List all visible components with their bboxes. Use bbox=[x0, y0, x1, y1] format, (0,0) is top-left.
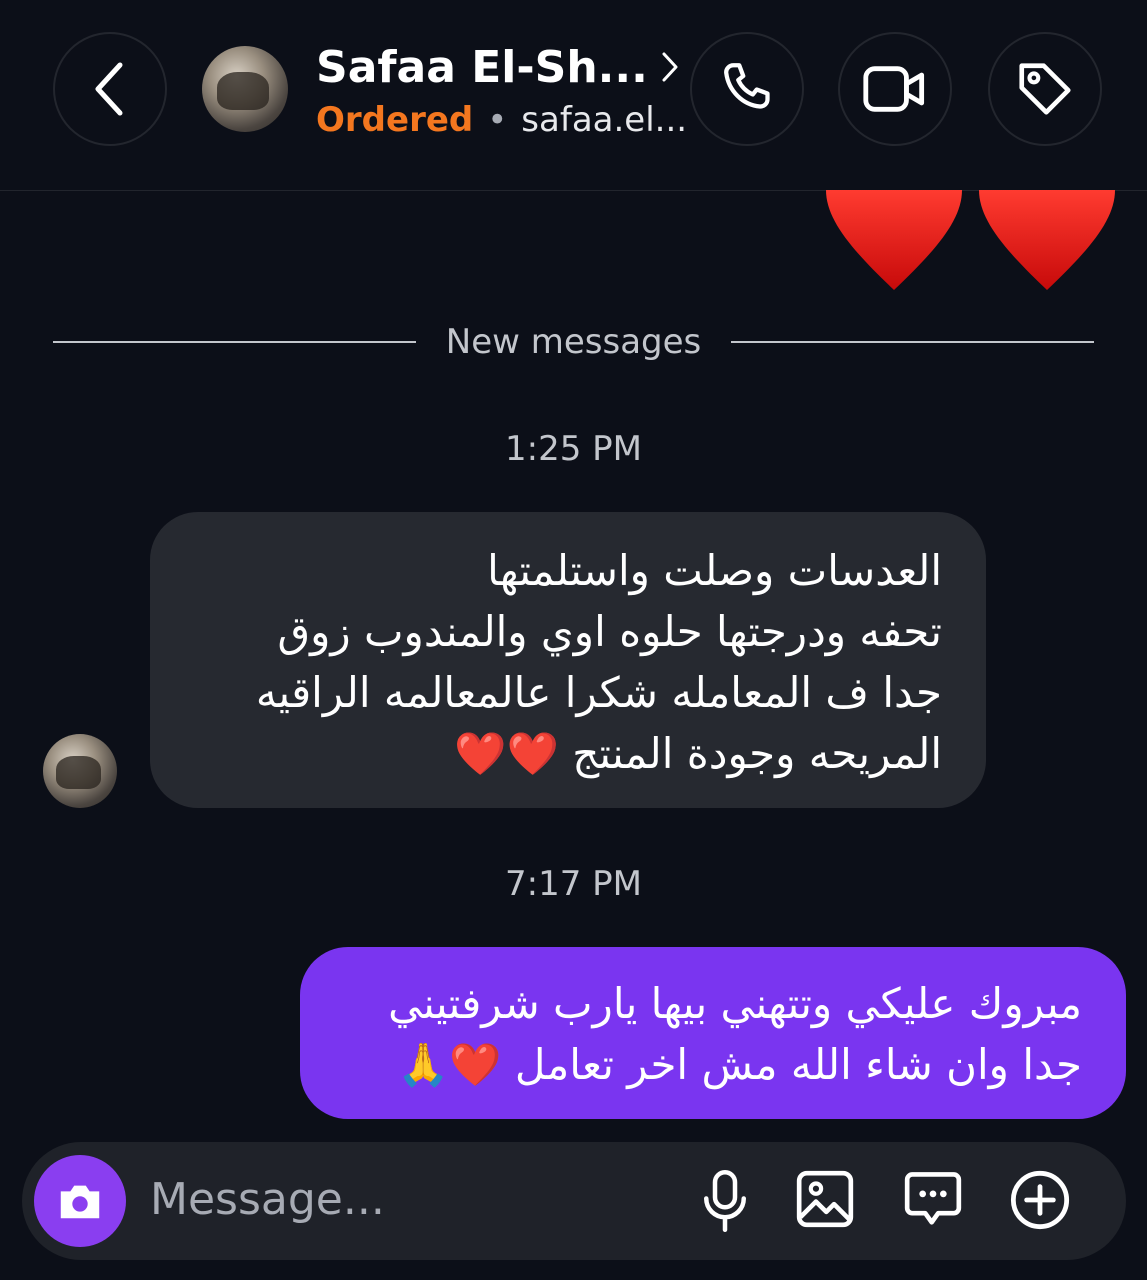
sender-avatar[interactable] bbox=[43, 734, 117, 808]
chat-bubble-icon[interactable] bbox=[902, 1168, 964, 1230]
camera-button[interactable] bbox=[34, 1155, 126, 1247]
phone-icon bbox=[724, 63, 770, 109]
incoming-message-text: العدسات وصلت واستلمتها تحفه ودرجتها حلوه… bbox=[255, 546, 942, 778]
heart-reaction-icon bbox=[979, 190, 1115, 290]
call-button[interactable] bbox=[690, 32, 804, 146]
separator-dot: • bbox=[487, 100, 508, 140]
divider-line bbox=[53, 341, 416, 343]
chevron-right-icon[interactable] bbox=[660, 50, 680, 84]
contact-handle: safaa.el... bbox=[521, 100, 688, 140]
back-button[interactable] bbox=[53, 32, 167, 146]
outgoing-message-bubble[interactable]: مبروك عليكي وتتهني بيها يارب شرفتيني جدا… bbox=[300, 947, 1126, 1119]
new-messages-divider: New messages bbox=[53, 320, 1095, 364]
outgoing-message-text: مبروك عليكي وتتهني بيها يارب شرفتيني جدا… bbox=[388, 979, 1082, 1089]
image-icon[interactable] bbox=[794, 1168, 856, 1230]
message-timestamp: 1:25 PM bbox=[505, 429, 642, 469]
heart-reaction-icon bbox=[826, 190, 962, 290]
microphone-icon[interactable] bbox=[700, 1168, 750, 1234]
order-status: Ordered bbox=[316, 100, 474, 140]
chat-header: Safaa El-Sh... Ordered • safaa.el... bbox=[0, 0, 1147, 191]
plus-circle-icon[interactable] bbox=[1008, 1168, 1072, 1232]
contact-subtitle[interactable]: Ordered • safaa.el... bbox=[316, 100, 687, 140]
incoming-message-bubble[interactable]: العدسات وصلت واستلمتها تحفه ودرجتها حلوه… bbox=[150, 512, 986, 808]
camera-icon bbox=[60, 1185, 100, 1219]
contact-avatar[interactable] bbox=[202, 46, 288, 132]
message-timestamp: 7:17 PM bbox=[505, 864, 642, 904]
contact-name[interactable]: Safaa El-Sh... bbox=[316, 42, 651, 93]
message-input[interactable]: Message... bbox=[150, 1174, 385, 1225]
video-call-button[interactable] bbox=[838, 32, 952, 146]
new-messages-label: New messages bbox=[445, 322, 702, 362]
tag-icon bbox=[1019, 63, 1071, 115]
tag-button[interactable] bbox=[988, 32, 1102, 146]
video-camera-icon bbox=[863, 66, 925, 112]
divider-line bbox=[731, 341, 1095, 343]
chevron-left-icon bbox=[95, 62, 123, 116]
message-composer: Message... bbox=[22, 1142, 1126, 1260]
